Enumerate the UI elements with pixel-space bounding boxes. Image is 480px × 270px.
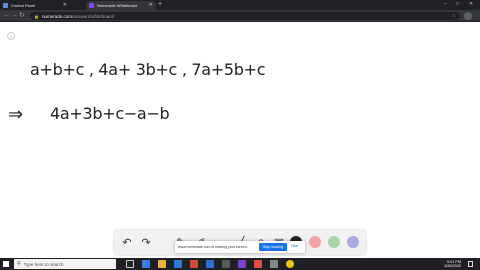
handwritten-line-2: 4a+3b+c−a−b bbox=[50, 104, 170, 123]
profile-avatar[interactable] bbox=[464, 12, 472, 20]
url-input[interactable]: 🔒 numerade.com/answers/whiteboard/ ☆ bbox=[30, 12, 460, 20]
color-green-swatch[interactable] bbox=[328, 236, 340, 248]
close-tab-icon[interactable]: ✕ bbox=[149, 2, 153, 8]
lock-icon: 🔒 bbox=[34, 13, 39, 19]
page-indicator[interactable]: 1 bbox=[7, 32, 15, 40]
hide-button[interactable]: Hide bbox=[291, 244, 298, 248]
app-icon[interactable] bbox=[254, 260, 262, 268]
handwritten-line-1: a+b+c , 4a+ 3b+c , 7a+5b+c bbox=[30, 60, 266, 79]
share-message: www.numerade.com is sharing your screen. bbox=[178, 245, 248, 249]
tab-numerade-whiteboard[interactable]: Numerade Whiteboard ✕ bbox=[86, 1, 156, 10]
system-clock[interactable]: 9:01 PM 3/26/2020 bbox=[425, 260, 461, 268]
search-icon: ⚲ bbox=[17, 261, 21, 267]
redo-icon[interactable]: ↷ bbox=[139, 235, 153, 249]
tab-title: Control Panel bbox=[11, 3, 36, 8]
numerade-favicon-icon bbox=[89, 3, 94, 8]
close-window-icon[interactable]: ✕ bbox=[469, 1, 473, 7]
notification-icon[interactable] bbox=[468, 261, 473, 267]
search-placeholder: Type here to search bbox=[23, 261, 64, 267]
task-view-icon[interactable] bbox=[126, 260, 134, 268]
file-explorer-icon[interactable] bbox=[158, 260, 166, 268]
clock-date: 3/26/2020 bbox=[444, 264, 461, 268]
maximize-icon[interactable]: □ bbox=[456, 1, 459, 7]
tab-control-panel[interactable]: Control Panel ✕ bbox=[0, 1, 70, 10]
screen-share-banner: www.numerade.com is sharing your screen.… bbox=[175, 241, 305, 253]
undo-icon[interactable]: ↶ bbox=[120, 235, 134, 249]
color-purple-swatch[interactable] bbox=[347, 236, 359, 248]
reload-icon[interactable]: ↻ bbox=[19, 11, 25, 20]
control-panel-favicon-icon bbox=[3, 3, 8, 8]
taskbar-search-input[interactable]: ⚲ Type here to search bbox=[14, 259, 116, 269]
store-icon[interactable] bbox=[174, 260, 182, 268]
minimize-icon[interactable]: – bbox=[444, 1, 447, 7]
back-icon[interactable]: ← bbox=[3, 11, 10, 20]
address-bar-row: ← → ↻ 🔒 numerade.com/answers/whiteboard/… bbox=[0, 10, 480, 22]
whiteboard-canvas[interactable]: 1 a+b+c , 4a+ 3b+c , 7a+5b+c ⇒ 4a+3b+c−a… bbox=[0, 22, 480, 258]
forward-icon[interactable]: → bbox=[11, 11, 18, 20]
app-icon[interactable] bbox=[238, 260, 246, 268]
chrome-icon[interactable] bbox=[286, 260, 294, 268]
app-icon[interactable] bbox=[270, 260, 278, 268]
implies-arrow: ⇒ bbox=[8, 104, 24, 125]
edge-icon[interactable] bbox=[142, 260, 150, 268]
windows-taskbar: ⚲ Type here to search 9:01 PM 3/26/2020 bbox=[0, 258, 480, 270]
browser-tab-strip: Control Panel ✕ Numerade Whiteboard ✕ + … bbox=[0, 0, 480, 10]
color-red-swatch[interactable] bbox=[309, 236, 321, 248]
url-text: numerade.com/answers/whiteboard/ bbox=[41, 13, 115, 19]
close-tab-icon[interactable]: ✕ bbox=[63, 2, 67, 8]
app-icon[interactable] bbox=[222, 260, 230, 268]
mail-icon[interactable] bbox=[206, 260, 214, 268]
bookmark-star-icon[interactable]: ☆ bbox=[452, 12, 456, 20]
stop-sharing-button[interactable]: Stop sharing bbox=[259, 243, 287, 251]
tab-title: Numerade Whiteboard bbox=[97, 3, 138, 8]
windows-start-icon[interactable] bbox=[3, 261, 9, 267]
office-icon[interactable] bbox=[190, 260, 198, 268]
plus-icon[interactable]: + bbox=[158, 1, 162, 9]
